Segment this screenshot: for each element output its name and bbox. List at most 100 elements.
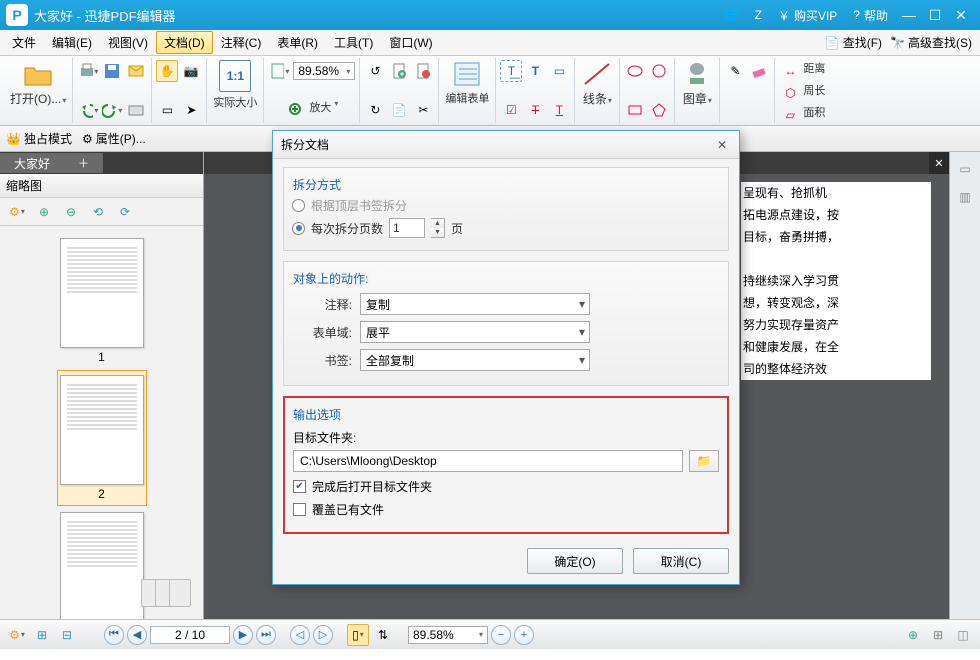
sb-tool1-icon[interactable]: ⊞ (31, 624, 53, 646)
thumb-rotate-ccw-icon[interactable]: ⟲ (87, 201, 109, 223)
text-box-icon[interactable]: ▭ (548, 60, 570, 82)
pages-number-input[interactable]: 1 (389, 218, 425, 238)
stamp-button[interactable]: 图章▾ (679, 60, 715, 107)
layout-single-icon[interactable]: ▯▾ (347, 624, 369, 646)
layout-cont-icon[interactable]: ⇅ (372, 624, 394, 646)
actual-size-button[interactable]: 1:1 实际大小 (211, 60, 259, 110)
properties-button[interactable]: ⚙属性(P)... (82, 130, 146, 147)
last-page-button[interactable]: ⏭ (256, 625, 276, 645)
browse-button[interactable]: 📁 (689, 450, 719, 472)
mail-icon[interactable] (125, 60, 147, 82)
help-button[interactable]: ?帮助 (853, 7, 888, 24)
menu-edit[interactable]: 编辑(E) (44, 31, 100, 54)
strip-icon-1[interactable]: ▭ (954, 158, 976, 180)
camera-icon[interactable]: 📷 (180, 60, 202, 82)
page-crop-icon[interactable]: ✂ (412, 99, 434, 121)
next-page-button[interactable]: ▶ (233, 625, 253, 645)
buy-vip-button[interactable]: ￥购买VIP (778, 7, 837, 24)
strikethrough-icon[interactable]: T (524, 99, 546, 121)
line-tool-button[interactable]: 线条▾ (579, 60, 615, 107)
status-zoom-combo[interactable]: 89.58%▾ (408, 626, 488, 644)
open-button[interactable]: 打开(O)...▾ (8, 60, 68, 107)
zoom-in-button[interactable]: + (514, 625, 534, 645)
overwrite-checkbox[interactable]: 覆盖已有文件 (293, 501, 719, 518)
perimeter-icon[interactable]: ⬡ (779, 82, 801, 104)
panel-close-icon[interactable]: ✕ (929, 152, 949, 174)
pages-spinner[interactable]: ▲▼ (431, 218, 445, 238)
page-number-field[interactable]: 2 / 10 (150, 626, 230, 644)
thumbnail-page-2[interactable]: 2 (57, 370, 147, 506)
underline-icon[interactable]: T (548, 99, 570, 121)
minimize-button[interactable]: — (896, 4, 922, 26)
thumb-options-icon[interactable]: ⚙▾ (6, 201, 28, 223)
thumb-zoomin-icon[interactable]: ⊕ (33, 201, 55, 223)
page-extract-icon[interactable]: 📄 (388, 99, 410, 121)
circle-icon[interactable] (648, 60, 670, 82)
close-button[interactable]: ✕ (948, 4, 974, 26)
cancel-button[interactable]: 取消(C) (633, 548, 729, 574)
sb-tool2-icon[interactable]: ⊟ (56, 624, 78, 646)
menu-document[interactable]: 文档(D) (156, 31, 213, 54)
eraser-icon[interactable] (748, 60, 770, 82)
advanced-find-button[interactable]: 🔭高级查找(S) (886, 34, 976, 51)
page-add-icon[interactable] (388, 60, 410, 82)
open-after-checkbox[interactable]: ✔ 完成后打开目标文件夹 (293, 478, 719, 495)
thumbnail-page-1[interactable]: 1 (57, 238, 147, 364)
checkbox-icon[interactable]: ☑ (500, 99, 522, 121)
dialog-close-button[interactable]: ✕ (713, 136, 731, 154)
zoom-in-icon[interactable] (285, 99, 307, 121)
pencil-icon[interactable]: ✎ (724, 60, 746, 82)
exclusive-mode-button[interactable]: 👑独占模式 (6, 130, 72, 147)
prev-page-button[interactable]: ◀ (127, 625, 147, 645)
user-label[interactable]: Z (755, 8, 762, 22)
fit-page-icon[interactable]: ▾ (268, 60, 290, 82)
rotate-cw-icon[interactable]: ↻ (364, 99, 386, 121)
maximize-button[interactable]: ☐ (922, 4, 948, 26)
first-page-button[interactable]: ⏮ (104, 625, 124, 645)
ellipse-icon[interactable] (624, 60, 646, 82)
save-icon[interactable] (101, 60, 123, 82)
menu-window[interactable]: 窗口(W) (381, 31, 440, 54)
radio-by-pages[interactable]: 每次拆分页数 1 ▲▼ 页 (292, 218, 720, 238)
sb-right2-icon[interactable]: ⊞ (927, 624, 949, 646)
bookmark-select[interactable]: 全部复制 (360, 349, 590, 371)
annot-select[interactable]: 复制 (360, 293, 590, 315)
distance-icon[interactable]: ↔ (779, 60, 801, 82)
text-icon[interactable]: T (524, 60, 546, 82)
area-icon[interactable]: ▱ (779, 104, 801, 126)
sb-right3-icon[interactable]: ◫ (952, 624, 974, 646)
menu-tool[interactable]: 工具(T) (326, 31, 381, 54)
print-icon[interactable]: ▾ (77, 60, 99, 82)
cursor-icon[interactable]: ➤ (180, 99, 202, 121)
zoom-combo[interactable]: 89.58%▾ (293, 62, 355, 80)
doc-tab[interactable]: 大家好 (0, 153, 64, 173)
sb-right1-icon[interactable]: ⊕ (902, 624, 924, 646)
globe-icon[interactable]: 🌐 (724, 8, 739, 22)
new-tab-button[interactable]: ＋ (64, 153, 103, 173)
rotate-ccw-icon[interactable]: ↺ (364, 60, 386, 82)
menu-view[interactable]: 视图(V) (100, 31, 156, 54)
thumbnail-page-3[interactable]: 3 (57, 512, 147, 619)
textfield-icon[interactable]: T͟ (500, 60, 522, 82)
scan-icon[interactable] (125, 99, 147, 121)
polygon-icon[interactable] (648, 99, 670, 121)
menu-form[interactable]: 表单(R) (269, 31, 326, 54)
nav-back-button[interactable]: ◁ (290, 625, 310, 645)
edit-form-button[interactable]: 编辑表单 (443, 60, 491, 106)
thumb-rotate-cw-icon[interactable]: ⟳ (114, 201, 136, 223)
find-button[interactable]: 📄查找(F) (821, 34, 886, 51)
thumb-zoomout-icon[interactable]: ⊖ (60, 201, 82, 223)
radio-by-bookmark[interactable]: 根据顶层书签拆分 (292, 197, 720, 214)
destfolder-input[interactable] (293, 450, 683, 472)
ok-button[interactable]: 确定(O) (527, 548, 623, 574)
rect-icon[interactable] (624, 99, 646, 121)
menu-comment[interactable]: 注释(C) (213, 31, 270, 54)
formfield-select[interactable]: 展平 (360, 321, 590, 343)
sb-options-icon[interactable]: ⚙▾ (6, 624, 28, 646)
copies-icon[interactable] (149, 579, 191, 607)
redo-icon[interactable]: ▾ (101, 99, 123, 121)
page-delete-icon[interactable] (412, 60, 434, 82)
select-icon[interactable]: ▭ (156, 99, 178, 121)
zoom-out-button[interactable]: − (491, 625, 511, 645)
undo-icon[interactable]: ▾ (77, 99, 99, 121)
